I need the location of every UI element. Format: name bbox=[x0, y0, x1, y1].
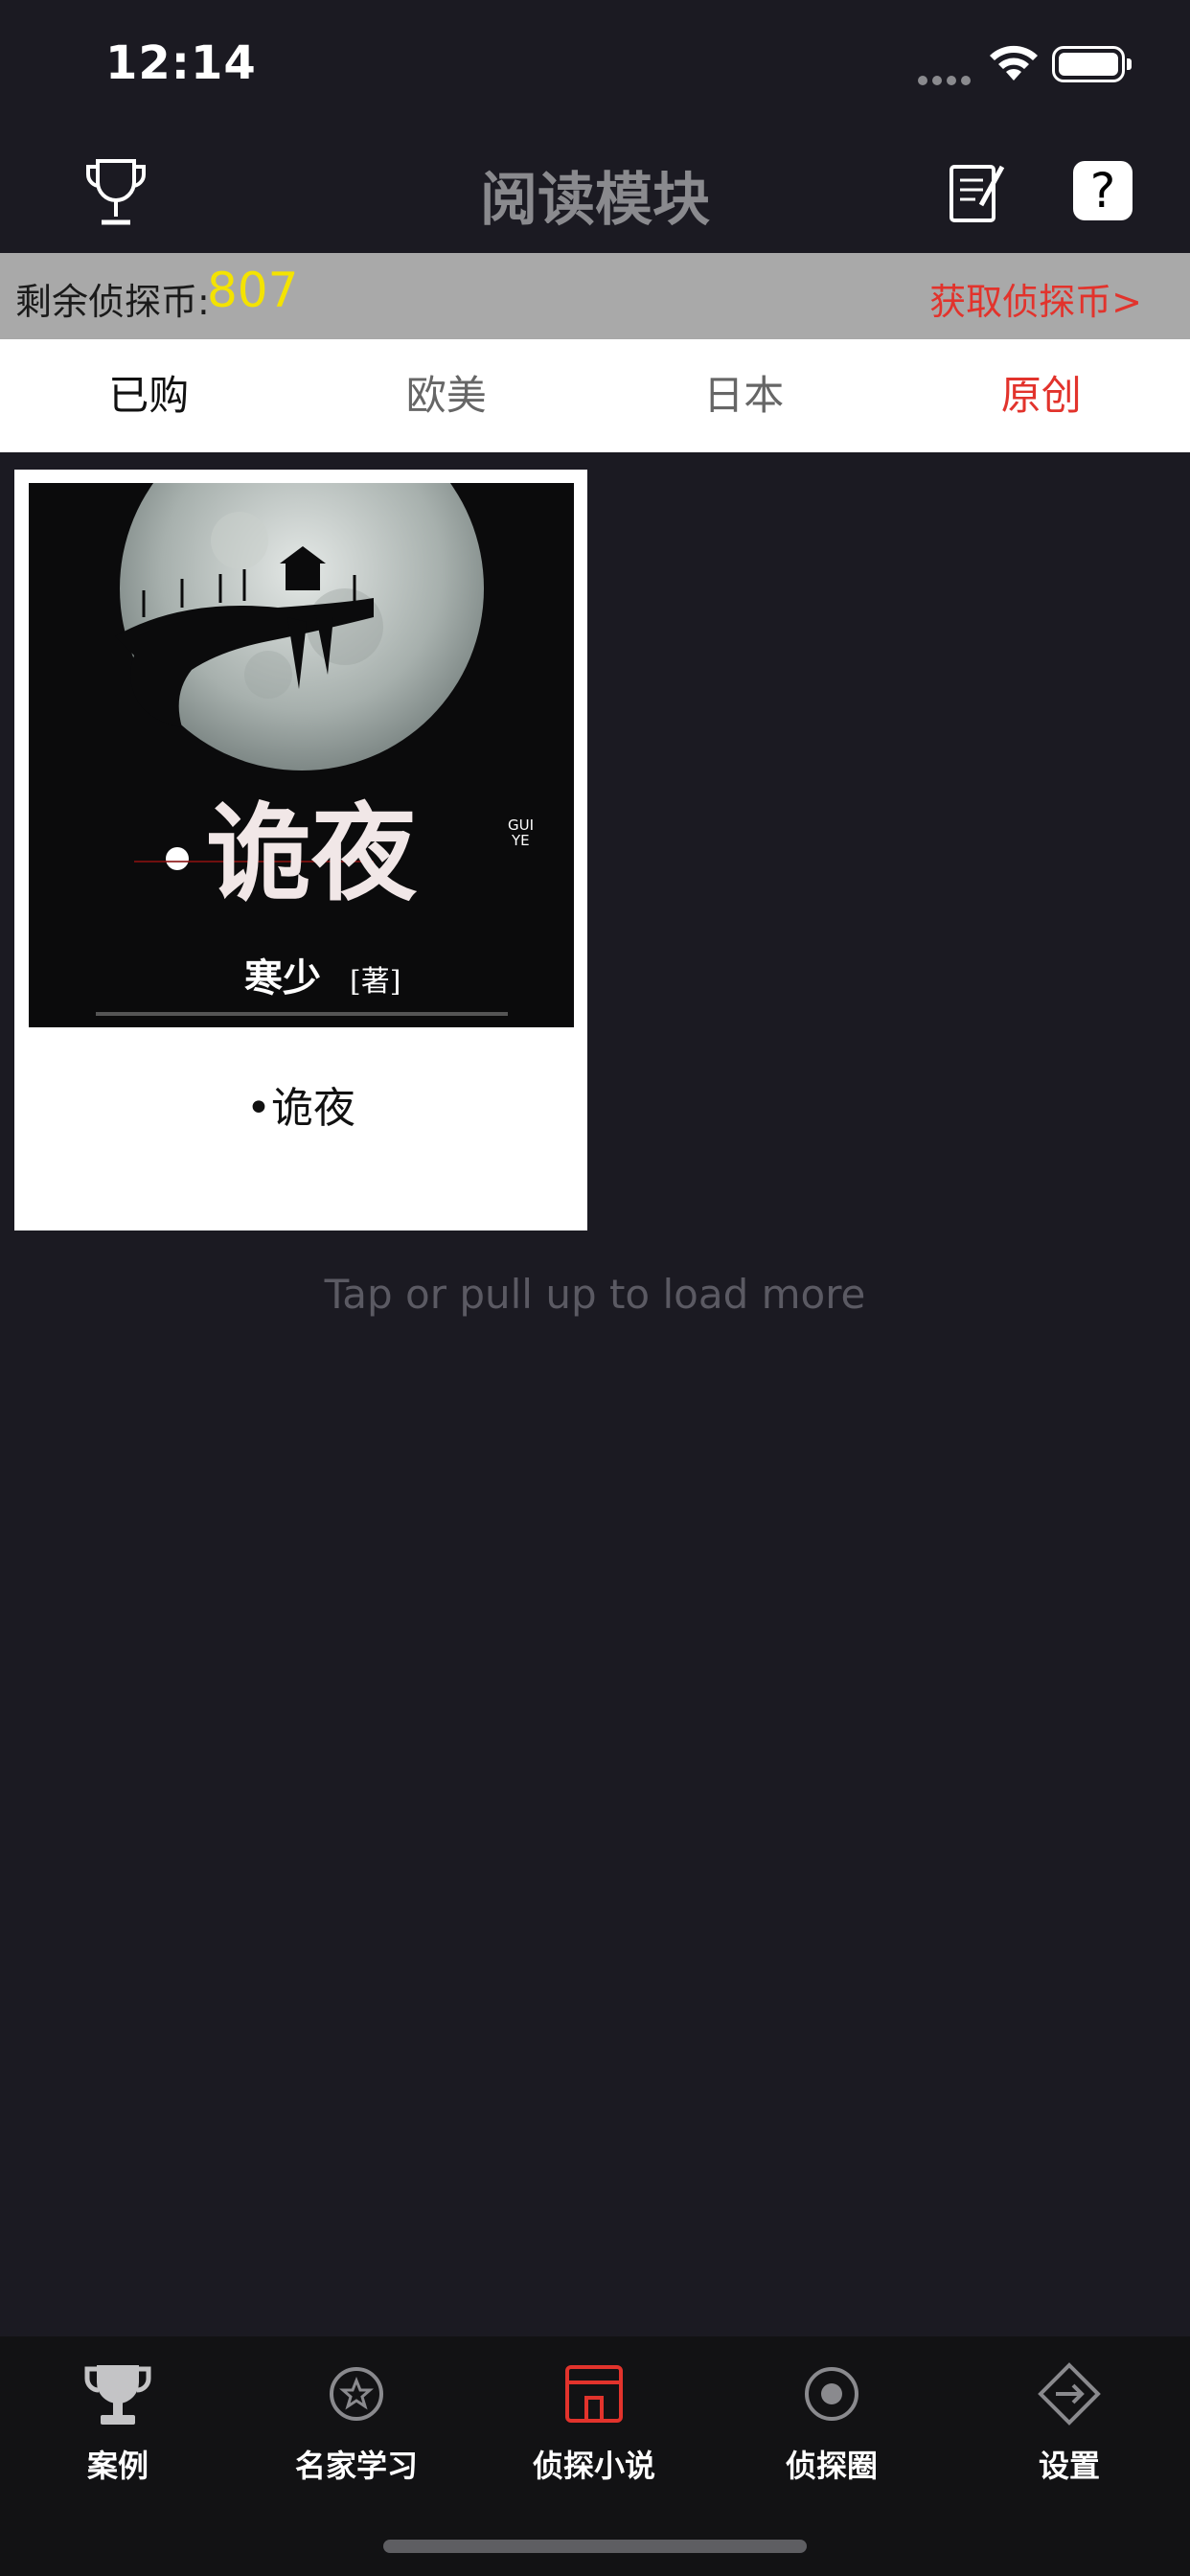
tabbar-label-settings: 设置 bbox=[1038, 2448, 1100, 2484]
book-icon bbox=[565, 2365, 623, 2423]
circle-dot-icon bbox=[805, 2367, 858, 2421]
cover-author: 寒少 bbox=[244, 955, 321, 1000]
home-indicator[interactable] bbox=[383, 2540, 807, 2553]
tab-western[interactable]: 欧美 bbox=[298, 339, 596, 452]
star-badge-icon bbox=[330, 2367, 383, 2421]
tab-japan[interactable]: 日本 bbox=[595, 339, 893, 452]
tabbar-item-masters[interactable]: 名家学习 bbox=[261, 2359, 452, 2486]
page-title: 阅读模块 bbox=[480, 167, 710, 234]
nav-bar: 阅读模块 ? bbox=[0, 134, 1190, 253]
tabbar-item-circle[interactable]: 侦探圈 bbox=[736, 2359, 927, 2486]
status-time: 12:14 bbox=[105, 36, 257, 90]
cover-subtitle-2: YE bbox=[511, 832, 530, 849]
get-coins-link[interactable]: 获取侦探币> bbox=[929, 272, 1142, 325]
tab-original[interactable]: 原创 bbox=[893, 339, 1190, 452]
tabbar-label-cases: 案例 bbox=[86, 2448, 149, 2484]
tabbar-item-settings[interactable]: 设置 bbox=[973, 2359, 1165, 2486]
tabbar-label-circle: 侦探圈 bbox=[785, 2448, 878, 2484]
help-button[interactable]: ? bbox=[1073, 161, 1133, 220]
tabbar-label-masters: 名家学习 bbox=[294, 2448, 418, 2484]
signal-icon bbox=[918, 71, 975, 89]
battery-icon bbox=[1052, 46, 1132, 82]
coin-balance: 807 bbox=[207, 263, 299, 318]
book-card[interactable]: 诡夜 GUI YE 寒少 [著] •诡夜 bbox=[14, 470, 587, 1230]
trophy-cup-icon bbox=[84, 2365, 151, 2425]
tabbar-item-cases[interactable]: 案例 bbox=[22, 2359, 214, 2486]
tabbar-item-novels[interactable]: 侦探小说 bbox=[498, 2359, 690, 2486]
category-tabs: 已购 欧美 日本 原创 bbox=[0, 339, 1190, 452]
wifi-icon bbox=[990, 45, 1038, 80]
coin-bar: 剩余侦探币: 807 获取侦探币> bbox=[0, 253, 1190, 339]
cover-title: 诡夜 bbox=[206, 792, 418, 915]
coin-label: 剩余侦探币: bbox=[15, 281, 210, 323]
tabbar-label-novels: 侦探小说 bbox=[532, 2448, 655, 2484]
book-title: •诡夜 bbox=[246, 1084, 355, 1133]
notes-icon[interactable] bbox=[949, 161, 1006, 224]
status-bar: 12:14 bbox=[0, 0, 1190, 134]
book-cover-image: 诡夜 GUI YE 寒少 [著] bbox=[29, 483, 574, 1027]
load-more-button[interactable]: Tap or pull up to load more bbox=[0, 1271, 1190, 1318]
cover-author-mark: [著] bbox=[350, 965, 400, 999]
diamond-arrow-icon bbox=[1038, 2362, 1101, 2426]
tab-purchased[interactable]: 已购 bbox=[0, 339, 298, 452]
